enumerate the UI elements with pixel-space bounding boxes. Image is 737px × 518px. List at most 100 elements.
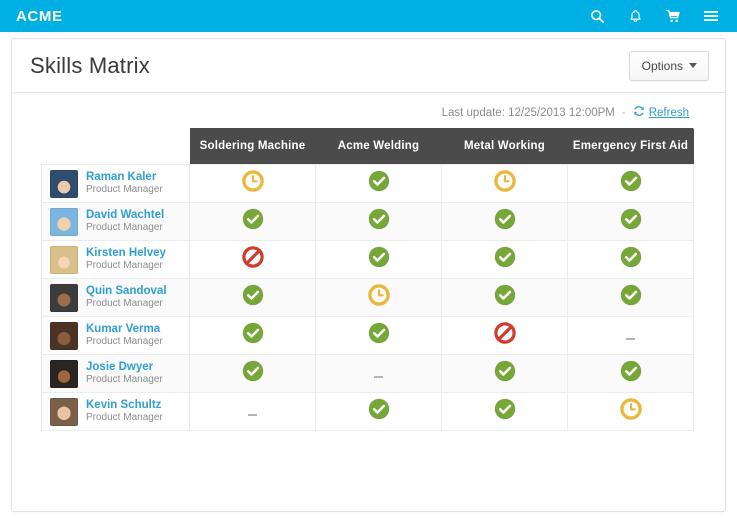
table-row: Kumar Verma Product Manager xyxy=(41,316,694,355)
skill-status-cell[interactable] xyxy=(567,278,694,317)
person-name[interactable]: Quin Sandoval xyxy=(86,285,167,298)
avatar xyxy=(50,359,78,388)
skill-status-cell[interactable] xyxy=(567,164,694,203)
status-check-icon[interactable] xyxy=(620,208,642,230)
status-pending-clock-icon[interactable] xyxy=(493,170,516,192)
person-name[interactable]: Kirsten Helvey xyxy=(86,247,166,260)
avatar xyxy=(50,321,78,350)
skill-status-cell[interactable] xyxy=(315,354,442,393)
status-check-icon[interactable] xyxy=(368,398,390,420)
options-button[interactable]: Options xyxy=(628,50,709,81)
person-name[interactable]: Raman Kaler xyxy=(86,171,163,184)
bell-icon[interactable] xyxy=(627,8,643,24)
table-row: David Wachtel Product Manager xyxy=(41,202,694,241)
status-check-icon[interactable] xyxy=(620,284,642,306)
skills-matrix-card: Skills Matrix Options Last update: 12/25… xyxy=(11,38,726,512)
skill-status-cell[interactable] xyxy=(315,240,442,279)
card-header: Skills Matrix Options xyxy=(12,39,725,93)
status-check-icon[interactable] xyxy=(620,170,642,192)
status-blocked-ban-icon[interactable] xyxy=(493,322,516,344)
person-cell: Kevin Schultz Product Manager xyxy=(41,392,190,431)
avatar xyxy=(50,245,78,274)
matrix-table-wrapper: Soldering Machine Acme Welding Metal Worki… xyxy=(12,128,725,431)
skill-status-cell[interactable] xyxy=(441,240,568,279)
status-check-icon[interactable] xyxy=(368,208,390,230)
skill-status-cell[interactable] xyxy=(567,354,694,393)
update-separator: - xyxy=(621,106,626,119)
person-column-header xyxy=(42,128,190,165)
person-name[interactable]: Kumar Verma xyxy=(86,323,163,336)
skill-column-header[interactable]: Emergency First Aid xyxy=(567,128,694,165)
status-check-icon[interactable] xyxy=(620,246,642,268)
nav-icon-group xyxy=(589,8,719,24)
status-check-icon[interactable] xyxy=(494,360,516,382)
status-check-icon[interactable] xyxy=(242,322,264,344)
person-cell: Josie Dwyer Product Manager xyxy=(41,354,190,393)
status-pending-clock-icon[interactable] xyxy=(241,170,264,192)
skill-status-cell[interactable] xyxy=(567,392,694,431)
skill-status-cell[interactable] xyxy=(189,164,316,203)
person-name[interactable]: Josie Dwyer xyxy=(86,361,163,374)
person-role: Product Manager xyxy=(86,298,163,310)
matrix-body: Raman Kaler Product Manager David Wachtel P… xyxy=(41,164,694,431)
status-check-icon[interactable] xyxy=(242,208,264,230)
skill-status-cell[interactable] xyxy=(189,316,316,355)
skill-status-cell[interactable] xyxy=(567,240,694,279)
status-pending-clock-icon[interactable] xyxy=(619,398,642,420)
avatar xyxy=(50,207,78,236)
brand-logo[interactable]: ACME xyxy=(16,8,63,25)
status-check-icon[interactable] xyxy=(368,170,390,192)
status-check-icon[interactable] xyxy=(494,246,516,268)
skill-column-header[interactable]: Acme Welding xyxy=(315,128,442,165)
skill-status-cell[interactable] xyxy=(441,354,568,393)
refresh-icon xyxy=(633,105,645,120)
status-check-icon[interactable] xyxy=(368,322,390,344)
status-check-icon[interactable] xyxy=(494,284,516,306)
table-row: Kevin Schultz Product Manager xyxy=(41,392,694,431)
table-row: Raman Kaler Product Manager xyxy=(41,164,694,203)
page-title: Skills Matrix xyxy=(30,52,150,78)
person-cell: David Wachtel Product Manager xyxy=(41,202,190,241)
hamburger-menu-icon[interactable] xyxy=(703,8,719,24)
skill-status-cell[interactable] xyxy=(441,278,568,317)
last-update-row: Last update: 12/25/2013 12:00PM - Refres… xyxy=(12,93,725,128)
status-check-icon[interactable] xyxy=(242,360,264,382)
skill-status-cell[interactable] xyxy=(441,202,568,241)
skill-status-cell[interactable] xyxy=(567,316,694,355)
status-none-dash xyxy=(626,337,635,340)
skill-status-cell[interactable] xyxy=(315,392,442,431)
status-blocked-ban-icon[interactable] xyxy=(241,246,264,268)
skill-status-cell[interactable] xyxy=(189,354,316,393)
status-check-icon[interactable] xyxy=(242,284,264,306)
status-check-icon[interactable] xyxy=(494,398,516,420)
skill-column-header[interactable]: Metal Working xyxy=(441,128,568,165)
skill-status-cell[interactable] xyxy=(567,202,694,241)
skill-status-cell[interactable] xyxy=(441,164,568,203)
person-role: Product Manager xyxy=(86,374,163,386)
person-name[interactable]: Kevin Schultz xyxy=(86,399,163,412)
skills-matrix-table: Soldering Machine Acme Welding Metal Worki… xyxy=(41,128,694,431)
person-name[interactable]: David Wachtel xyxy=(86,209,164,222)
status-pending-clock-icon[interactable] xyxy=(367,284,390,306)
skill-status-cell[interactable] xyxy=(315,316,442,355)
page-body: Skills Matrix Options Last update: 12/25… xyxy=(0,32,737,518)
skill-status-cell[interactable] xyxy=(441,316,568,355)
skill-status-cell[interactable] xyxy=(315,202,442,241)
skill-status-cell[interactable] xyxy=(315,164,442,203)
skill-status-cell[interactable] xyxy=(315,278,442,317)
skill-status-cell[interactable] xyxy=(441,392,568,431)
skill-status-cell[interactable] xyxy=(189,240,316,279)
avatar xyxy=(50,283,78,312)
search-icon[interactable] xyxy=(589,8,605,24)
refresh-link[interactable]: Refresh xyxy=(633,105,689,120)
skill-status-cell[interactable] xyxy=(189,278,316,317)
person-cell: Kirsten Helvey Product Manager xyxy=(41,240,190,279)
status-check-icon[interactable] xyxy=(368,246,390,268)
status-check-icon[interactable] xyxy=(620,360,642,382)
status-check-icon[interactable] xyxy=(494,208,516,230)
cart-icon[interactable] xyxy=(665,8,681,24)
skill-status-cell[interactable] xyxy=(189,392,316,431)
skill-status-cell[interactable] xyxy=(189,202,316,241)
person-cell: Quin Sandoval Product Manager xyxy=(41,278,190,317)
skill-column-header[interactable]: Soldering Machine xyxy=(189,128,316,165)
